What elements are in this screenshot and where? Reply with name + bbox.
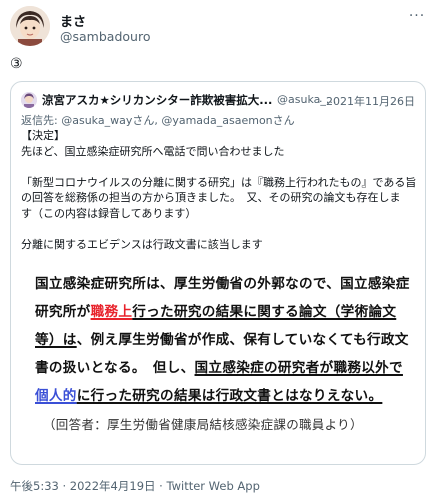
more-options-button[interactable]: ···	[406, 9, 428, 28]
underlined-text: 等）は	[35, 332, 77, 348]
underlined-text: 国立感染症の研究者が職務以外で	[194, 360, 403, 376]
display-name[interactable]: まさ	[60, 11, 86, 30]
user-handle[interactable]: @sambadouro	[60, 29, 150, 44]
quoted-tweet-text: 【決定】 先ほど、国立感染症研究所へ電話で問い合わせました 「新型コロナウイルス…	[21, 128, 417, 252]
quoted-tweet-card[interactable]: 涼宮アスカ★シリカンシター詐欺被害拡大... @asuka_... · 2021…	[10, 81, 426, 465]
highlight-blue-text: 個人的	[35, 388, 77, 404]
quoted-avatar-illustration-icon	[21, 92, 37, 108]
image-text-line: 個人的に行った研究の結果は行政文書とはなりえない。	[35, 384, 382, 404]
tweet-page: まさ @sambadouro ··· ③ 涼宮アスカ★シリカンシター詐欺被害拡大…	[0, 0, 438, 500]
quoted-avatar	[21, 92, 37, 108]
image-text-line: 書の扱いとなる。 但し、国立感染症の研究者が職務以外で	[35, 356, 403, 376]
body-gap	[21, 221, 417, 237]
image-caption: （回答者：厚生労働省健康局結核感染症課の職員より）	[43, 417, 363, 432]
image-text-line: 等）は、例え厚生労働省が作成、保有していなくても行政文	[35, 328, 409, 348]
reply-prefix: 返信先:	[21, 114, 58, 127]
tweet-timestamp[interactable]: 午後5:33 · 2022年4月19日 · Twitter Web App	[10, 478, 260, 494]
reply-context: 返信先: @asuka_wayさん, @yamada_asaemonさん	[21, 112, 295, 128]
image-text-line: 研究所が職務上行った研究の結果に関する論文（学術論文	[35, 300, 396, 320]
image-text-line: 国立感染症研究所は、厚生労働省の外郭なので、国立感染症	[35, 272, 410, 292]
image-text: 、例え厚生労働省が作成、保有していなくても行政文	[76, 332, 409, 348]
body-line: 先ほど、国立感染症研究所へ電話で問い合わせました	[21, 144, 285, 158]
image-text: 国立感染症研究所は、厚生労働省の外郭なので、国立感染症	[35, 276, 410, 292]
underlined-text: 行った研究の結果に関する論文（学術論文	[132, 304, 397, 320]
highlight-red-text: 職務上	[90, 304, 133, 320]
quoted-display-name: 涼宮アスカ★シリカンシター詐欺被害拡大...	[42, 93, 273, 107]
tweet-header: まさ @sambadouro ···	[10, 6, 428, 50]
image-text: 研究所が	[35, 304, 91, 320]
body-gap	[21, 159, 417, 175]
underlined-text: に行った研究の結果は行政文書とはなりえない。	[76, 388, 383, 404]
quoted-date: · 2021年11月26日	[319, 95, 415, 108]
body-line: の回答を総務係の担当の方から頂きました。 又、その研究の論文も存在しま	[21, 191, 401, 204]
body-line: 「新型コロナウイルスの分離に関する研究」は『職務上行われたもの』である旨	[21, 175, 417, 189]
body-line: す（この内容は録音してあります）	[21, 206, 197, 220]
reply-mentions[interactable]: @asuka_wayさん, @yamada_asaemonさん	[61, 114, 294, 127]
avatar[interactable]	[10, 6, 50, 46]
image-text-line: （回答者：厚生労働省健康局結核感染症課の職員より）	[43, 414, 363, 433]
avatar-illustration-icon	[10, 6, 50, 46]
body-line: 【決定】	[21, 129, 65, 142]
tweet-text: ③	[10, 56, 23, 72]
quoted-image[interactable]: 国立感染症研究所は、厚生労働省の外郭なので、国立感染症 研究所が職務上行った研究…	[21, 270, 417, 446]
body-line: 分離に関するエビデンスは行政文書に該当します	[21, 237, 263, 251]
image-text: 書の扱いとなる。 但し、	[35, 360, 195, 376]
